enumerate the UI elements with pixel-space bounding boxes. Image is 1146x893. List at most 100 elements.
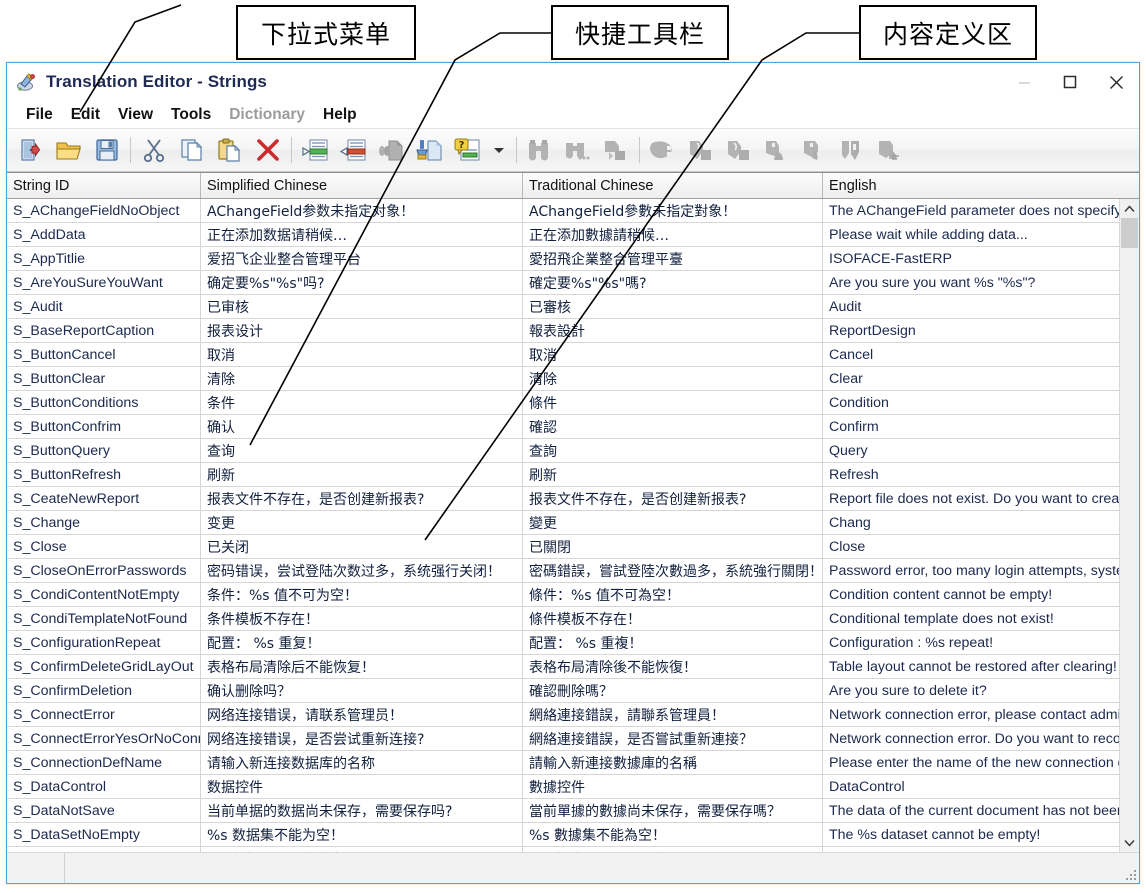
cell-simplified-chinese[interactable]: 密码错误，尝试登陆次数过多，系统强行关闭！ bbox=[201, 559, 523, 582]
table-row[interactable]: S_Change 变更 變更 Chang bbox=[7, 511, 1119, 535]
cell-english[interactable]: The AChangeField parameter does not spec… bbox=[823, 199, 1119, 222]
cell-traditional-chinese[interactable]: 密碼錯誤，嘗試登陸次數過多，系統強行關閉！ bbox=[523, 559, 823, 582]
cell-english[interactable]: The data of the current document has not… bbox=[823, 799, 1119, 822]
table-row[interactable]: S_ButtonQuery 查询 查詢 Query bbox=[7, 439, 1119, 463]
cell-simplified-chinese[interactable]: 查询 bbox=[201, 439, 523, 462]
cell-traditional-chinese[interactable]: 報表設計 bbox=[523, 319, 823, 342]
table-row[interactable]: S_ButtonCancel 取消 取消 Cancel bbox=[7, 343, 1119, 367]
cell-simplified-chinese[interactable]: 确定要%s"%s"吗? bbox=[201, 271, 523, 294]
table-row[interactable]: S_DataControl 数据控件 數據控件 DataControl bbox=[7, 775, 1119, 799]
cell-traditional-chinese[interactable]: 確認 bbox=[523, 415, 823, 438]
cut-scissors-icon[interactable] bbox=[135, 130, 173, 170]
cell-simplified-chinese[interactable]: 报表设计 bbox=[201, 319, 523, 342]
export-red-rows-icon[interactable] bbox=[334, 130, 372, 170]
cell-string-id[interactable]: S_AddData bbox=[7, 223, 201, 246]
cell-english[interactable]: Cancel bbox=[823, 343, 1119, 366]
cell-english[interactable]: Are you sure you want %s "%s"? bbox=[823, 271, 1119, 294]
cell-english[interactable]: Condition content cannot be empty! bbox=[823, 583, 1119, 606]
cell-simplified-chinese[interactable]: 爱招飞企业整合管理平台 bbox=[201, 247, 523, 270]
cell-traditional-chinese[interactable]: 配置： %s 重複！ bbox=[523, 631, 823, 654]
delete-x-icon[interactable] bbox=[249, 130, 287, 170]
vertical-scrollbar[interactable] bbox=[1119, 199, 1139, 852]
table-row[interactable]: S_Audit 已审核 已審核 Audit bbox=[7, 295, 1119, 319]
table-row[interactable]: S_Close 已关闭 已關閉 Close bbox=[7, 535, 1119, 559]
column-header-english[interactable]: English bbox=[823, 173, 1120, 198]
table-row[interactable]: S_AChangeFieldNoObject AChangeField参数未指定对… bbox=[7, 199, 1119, 223]
find-binoculars-icon[interactable] bbox=[521, 130, 559, 170]
cell-string-id[interactable]: S_ConnectionDefName bbox=[7, 751, 201, 774]
cell-simplified-chinese[interactable]: 确认删除吗？ bbox=[201, 679, 523, 702]
table-row[interactable]: S_ButtonRefresh 刷新 刷新 Refresh bbox=[7, 463, 1119, 487]
table-row[interactable]: S_DataNotSave 当前单据的数据尚未保存，需要保存吗? 當前單據的數據尚未… bbox=[7, 799, 1119, 823]
cell-string-id[interactable]: S_ButtonConfrim bbox=[7, 415, 201, 438]
cell-english[interactable]: Chang bbox=[823, 511, 1119, 534]
menu-item-file[interactable]: File bbox=[17, 104, 62, 126]
cell-traditional-chinese[interactable]: 條件模板不存在！ bbox=[523, 607, 823, 630]
cell-traditional-chinese[interactable]: 確認刪除嗎？ bbox=[523, 679, 823, 702]
table-row[interactable]: S_CondiContentNotEmpty 条件：%s 值不可为空！ 條件：%s … bbox=[7, 583, 1119, 607]
table-row[interactable]: S_ConnectError 网络连接错误，请联系管理员！ 網絡連接錯誤，請聯系管理… bbox=[7, 703, 1119, 727]
cell-string-id[interactable]: S_AreYouSureYouWant bbox=[7, 271, 201, 294]
cell-string-id[interactable]: S_BaseReportCaption bbox=[7, 319, 201, 342]
cell-english[interactable]: Please enter the name of the new connect… bbox=[823, 751, 1119, 774]
cell-traditional-chinese[interactable]: 當前單據的數據尚未保存，需要保存嗎？ bbox=[523, 799, 823, 822]
column-header-string-id[interactable]: String ID bbox=[7, 173, 201, 198]
cell-simplified-chinese[interactable]: 条件 bbox=[201, 391, 523, 414]
cell-traditional-chinese[interactable]: 請輸入新連接數據庫的名稱 bbox=[523, 751, 823, 774]
cell-english[interactable]: The %s dataset cannot be empty! bbox=[823, 823, 1119, 846]
cell-simplified-chinese[interactable]: 报表文件不存在，是否创建新报表? bbox=[201, 487, 523, 510]
cell-english[interactable]: Please wait while adding data... bbox=[823, 223, 1119, 246]
page-tool-2-icon[interactable] bbox=[720, 130, 758, 170]
cell-simplified-chinese[interactable]: 配置： %s 重复！ bbox=[201, 631, 523, 654]
import-green-rows-icon[interactable] bbox=[296, 130, 334, 170]
cell-traditional-chinese[interactable]: %s 數據集不能為空！ bbox=[523, 823, 823, 846]
scroll-thumb[interactable] bbox=[1121, 218, 1138, 248]
resize-grip-icon[interactable] bbox=[1123, 867, 1136, 880]
cell-string-id[interactable]: S_DataNotSave bbox=[7, 799, 201, 822]
cell-string-id[interactable]: S_DataSetNoEmpty bbox=[7, 823, 201, 846]
cell-string-id[interactable]: S_AChangeFieldNoObject bbox=[7, 199, 201, 222]
table-row[interactable]: S_AppTitlie 爱招飞企业整合管理平台 愛招飛企業整合管理平臺 ISOFACE… bbox=[7, 247, 1119, 271]
cell-traditional-chinese[interactable]: 表格布局清除後不能恢復！ bbox=[523, 655, 823, 678]
paste-icon[interactable] bbox=[211, 130, 249, 170]
cell-english[interactable]: Network connection error. Do you want to… bbox=[823, 727, 1119, 750]
table-row[interactable]: S_ConnectionDefName 请输入新连接数据库的名称 請輸入新連接數據庫… bbox=[7, 751, 1119, 775]
cell-simplified-chinese[interactable]: 正在添加数据请稍候… bbox=[201, 223, 523, 246]
cell-english[interactable]: Audit bbox=[823, 295, 1119, 318]
page-tool-1-icon[interactable] bbox=[682, 130, 720, 170]
cell-string-id[interactable]: S_AppTitlie bbox=[7, 247, 201, 270]
cell-simplified-chinese[interactable]: 取消 bbox=[201, 343, 523, 366]
table-row[interactable]: S_ConfirmDeletion 确认删除吗？ 確認刪除嗎？ Are you sur… bbox=[7, 679, 1119, 703]
cell-simplified-chinese[interactable]: 刷新 bbox=[201, 463, 523, 486]
cell-simplified-chinese[interactable]: 表格布局清除后不能恢复！ bbox=[201, 655, 523, 678]
chevron-down-icon[interactable] bbox=[1120, 833, 1139, 852]
cell-traditional-chinese[interactable]: 確定要%s"%s"嗎? bbox=[523, 271, 823, 294]
cell-string-id[interactable]: S_ButtonRefresh bbox=[7, 463, 201, 486]
table-row[interactable]: S_CloseOnErrorPasswords 密码错误，尝试登陆次数过多，系统强… bbox=[7, 559, 1119, 583]
cell-traditional-chinese[interactable]: 變更 bbox=[523, 511, 823, 534]
cell-english[interactable]: Are you sure to delete it? bbox=[823, 679, 1119, 702]
cell-string-id[interactable]: S_CeateNewReport bbox=[7, 487, 201, 510]
help-question-rows-icon[interactable]: ? bbox=[448, 130, 486, 170]
menu-item-view[interactable]: View bbox=[109, 104, 162, 126]
cell-traditional-chinese[interactable]: 清除 bbox=[523, 367, 823, 390]
menu-item-help[interactable]: Help bbox=[314, 104, 366, 126]
cell-english[interactable]: Conditional template does not exist! bbox=[823, 607, 1119, 630]
menu-item-tools[interactable]: Tools bbox=[162, 104, 220, 126]
table-row[interactable]: S_AreYouSureYouWant 确定要%s"%s"吗? 確定要%s"%s"嗎… bbox=[7, 271, 1119, 295]
page-tool-4-icon[interactable] bbox=[796, 130, 834, 170]
chevron-up-icon[interactable] bbox=[1120, 199, 1139, 218]
cell-english[interactable]: Configuration : %s repeat! bbox=[823, 631, 1119, 654]
table-row[interactable]: S_AddData 正在添加数据请稍候… 正在添加數據請稍候… Please wait… bbox=[7, 223, 1119, 247]
column-header-traditional-chinese[interactable]: Traditional Chinese bbox=[523, 173, 823, 198]
table-row[interactable]: S_CeateNewReport 报表文件不存在，是否创建新报表? 报表文件不存在，… bbox=[7, 487, 1119, 511]
page-tool-5-icon[interactable] bbox=[834, 130, 872, 170]
cell-english[interactable]: DataControl bbox=[823, 775, 1119, 798]
cell-string-id[interactable]: S_ConnectError bbox=[7, 703, 201, 726]
cell-english[interactable]: Query bbox=[823, 439, 1119, 462]
cell-simplified-chinese[interactable]: 网络连接错误，是否尝试重新连接? bbox=[201, 727, 523, 750]
cell-traditional-chinese[interactable]: 網絡連接錯誤，請聯系管理員！ bbox=[523, 703, 823, 726]
cell-traditional-chinese[interactable]: 刷新 bbox=[523, 463, 823, 486]
cell-string-id[interactable]: S_ConfirmDeletion bbox=[7, 679, 201, 702]
page-tool-3-icon[interactable] bbox=[758, 130, 796, 170]
